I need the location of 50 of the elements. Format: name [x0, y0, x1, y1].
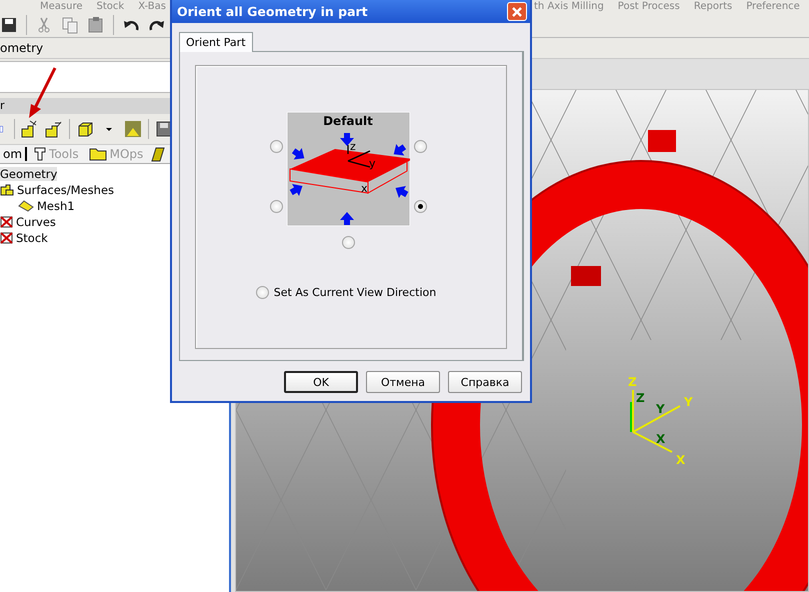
radio-label: Set As Current View Direction: [274, 286, 436, 299]
axis-label: Y: [656, 402, 665, 416]
tree-item[interactable]: Geometry: [0, 167, 58, 181]
folder-icon: [88, 147, 107, 161]
orient-geometry-icon[interactable]: [21, 120, 39, 138]
radio-button[interactable]: [270, 200, 282, 213]
copy-icon[interactable]: [61, 16, 79, 34]
tree-item[interactable]: Curves: [16, 215, 56, 229]
tree-item[interactable]: Surfaces/Meshes: [17, 183, 114, 197]
axis-label: X: [656, 432, 666, 446]
tree-item[interactable]: Mesh1: [37, 199, 75, 213]
folder-icon: [0, 184, 14, 196]
save-icon[interactable]: [155, 120, 173, 138]
tree-item[interactable]: Stock: [16, 231, 48, 245]
axis-label: Z: [636, 391, 645, 405]
dialog-button[interactable]: OK: [284, 371, 358, 393]
stock-icon[interactable]: [124, 120, 142, 138]
radio-button[interactable]: [256, 286, 269, 299]
axis-label: y: [368, 157, 376, 170]
align-geometry-icon[interactable]: [45, 120, 63, 138]
radio-button[interactable]: [342, 236, 354, 249]
dialog-button[interactable]: Справка: [448, 371, 522, 393]
dialog-title: Orient all Geometry in part: [177, 4, 368, 19]
arrow-icon: [393, 144, 406, 156]
arrow-icon: [340, 133, 354, 146]
preview-title: Default: [322, 114, 372, 128]
axis-label: x: [360, 182, 368, 195]
cube-icon[interactable]: [76, 120, 94, 138]
radio-button[interactable]: [270, 140, 282, 153]
radio-button[interactable]: [414, 140, 426, 153]
panel-tab[interactable]: om: [0, 147, 28, 161]
tool-icon: [34, 147, 46, 161]
axis-label: Z: [628, 375, 637, 389]
save-icon[interactable]: [0, 16, 18, 34]
mesh-icon: [18, 200, 34, 212]
radio-button[interactable]: [414, 200, 426, 213]
stock-block-icon[interactable]: [150, 146, 166, 162]
close-icon: [511, 6, 523, 18]
close-button[interactable]: [507, 2, 527, 21]
arrow-icon: [289, 184, 302, 196]
axis-label: z: [350, 140, 356, 153]
arrow-icon: [395, 186, 408, 198]
axis-label: X: [676, 453, 686, 467]
dialog-button[interactable]: Отмена: [366, 371, 440, 393]
arrow-icon: [291, 148, 304, 160]
clipboard-icon[interactable]: [87, 16, 105, 34]
axis-label: Y: [684, 395, 693, 409]
axis-triad-drawing: [630, 390, 680, 453]
dialog-tab[interactable]: Orient Part: [179, 32, 253, 52]
arrow-icon: [340, 212, 354, 225]
